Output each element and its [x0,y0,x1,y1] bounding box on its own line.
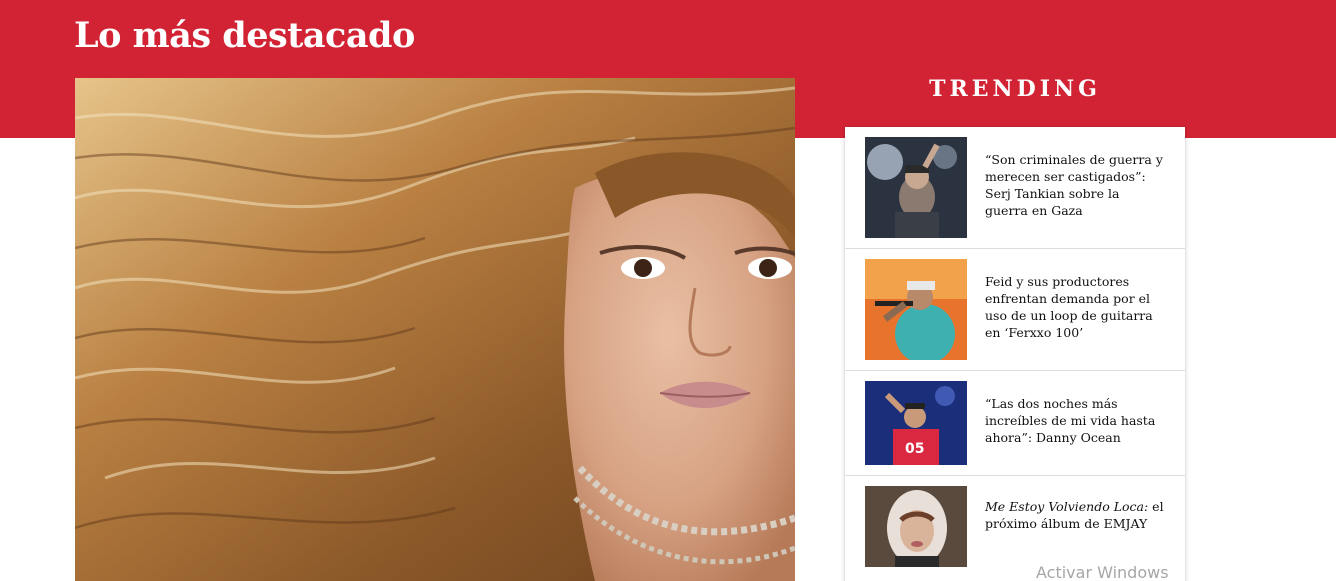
trending-item-headline[interactable]: “Son criminales de guerra y merecen ser … [985,151,1165,219]
trending-item-headline[interactable]: Me Estoy Volviendo Loca: el próximo álbu… [985,498,1165,532]
portrait-photo-icon [75,78,795,581]
activation-watermark: Activar Windows [1036,563,1169,581]
trending-item-thumbnail[interactable]: 05 [865,381,967,465]
section-title: Lo más destacado [74,15,415,56]
concert-photo-icon [865,259,967,360]
trending-item[interactable]: Feid y sus productores enfrentan demanda… [845,249,1185,371]
trending-item-headline-italic: Me Estoy Volviendo Loca: [985,499,1149,514]
trending-title: TRENDING [929,76,1101,102]
trending-panel: “Son criminales de guerra y merecen ser … [845,127,1185,581]
concert-photo-icon [865,137,967,238]
trending-item-thumbnail[interactable] [865,259,967,360]
portrait-photo-icon [865,486,967,567]
trending-item-headline[interactable]: “Las dos noches más increíbles de mi vid… [985,395,1165,446]
svg-text:05: 05 [905,441,924,457]
page: Lo más destacado TRENDING “Son criminale… [0,0,1336,581]
trending-item[interactable]: “Son criminales de guerra y merecen ser … [845,127,1185,249]
featured-article-image[interactable] [75,78,795,581]
concert-photo-icon: 05 [865,381,967,465]
trending-item[interactable]: 05 “Las dos noches más increíbles de mi … [845,371,1185,476]
trending-item-headline[interactable]: Feid y sus productores enfrentan demanda… [985,273,1165,341]
trending-item-thumbnail[interactable] [865,137,967,238]
trending-item-thumbnail[interactable] [865,486,967,567]
